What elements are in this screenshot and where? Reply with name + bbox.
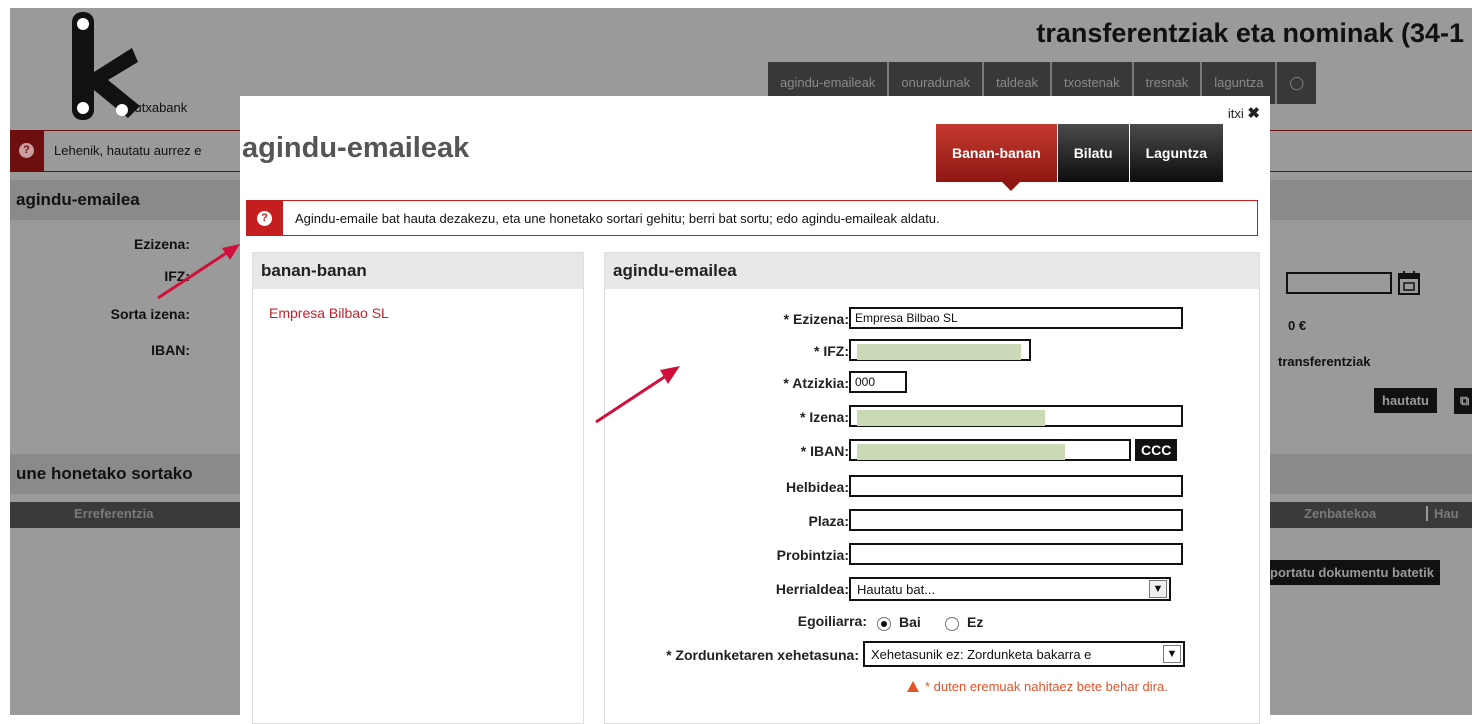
label-ezizena: * Ezizena:: [783, 311, 849, 327]
nav-more-icon[interactable]: ◯: [1277, 62, 1317, 104]
chevron-down-icon: ▼: [1149, 580, 1167, 598]
iban-input[interactable]: [849, 439, 1131, 461]
bg-import-button[interactable]: portatu dokumentu batetik: [1264, 560, 1440, 585]
helbidea-input[interactable]: [849, 475, 1183, 497]
bg-hautatu-button[interactable]: hautatu: [1374, 388, 1437, 413]
annotation-arrow-icon: [595, 366, 680, 424]
ezizena-input[interactable]: [849, 307, 1183, 329]
egoiliarra-bai-radio[interactable]: [877, 617, 891, 631]
bg-col-erreferentzia: Erreferentzia: [74, 506, 154, 521]
annotation-arrow-icon: [157, 244, 240, 300]
bg-date-input[interactable]: [1286, 272, 1392, 294]
label-atzizkia: * Atzizkia:: [783, 375, 849, 391]
bg-amount: 0 €: [1288, 318, 1307, 333]
plaza-input[interactable]: [849, 509, 1183, 531]
agindu-emaileak-modal: itxi ✖ agindu-emaileak Banan-banan Bilat…: [240, 96, 1270, 724]
bg-transfer-label: transferentziak: [1278, 354, 1371, 369]
ifz-input[interactable]: [849, 339, 1031, 361]
calendar-icon[interactable]: [1398, 270, 1420, 296]
info-banner-text: Agindu-emaile bat hauta dezakezu, eta un…: [295, 211, 940, 226]
atzizkia-input[interactable]: [849, 371, 907, 393]
egoiliarra-bai-label: Bai: [899, 614, 921, 630]
probintzia-input[interactable]: [849, 543, 1183, 565]
izena-input[interactable]: [849, 405, 1183, 427]
label-probintzia: Probintzia:: [776, 547, 849, 563]
background-notice-text: Lehenik, hautatu aurrez e: [54, 143, 202, 158]
label-ifz: * IFZ:: [814, 343, 849, 359]
logo-text: kutxabank: [128, 100, 188, 115]
label-plaza: Plaza:: [808, 513, 849, 529]
label-iban: * IBAN:: [800, 443, 849, 459]
label-helbidea: Helbidea:: [785, 479, 849, 495]
zordunketa-select[interactable]: Xehetasunik ez: Zordunketa bakarra e ▼: [863, 641, 1185, 667]
herrialdea-value: Hautatu bat...: [857, 582, 936, 597]
warning-icon: [907, 681, 919, 692]
banan-banan-panel: banan-banan Empresa Bilbao SL: [252, 252, 584, 724]
close-label: itxi: [1227, 106, 1244, 121]
list-item-empresa-bilbao[interactable]: Empresa Bilbao SL: [269, 305, 389, 321]
background-section-title: agindu-emailea: [16, 190, 140, 209]
banan-banan-title: banan-banan: [261, 261, 367, 280]
ccc-button[interactable]: CCC: [1135, 439, 1178, 461]
label-egoiliarra: Egoiliarra:: [797, 613, 867, 629]
active-tab-pointer: [1002, 182, 1020, 191]
label-izena: * Izena:: [799, 409, 849, 425]
app-title: transferentziak eta nominak (34-1: [1036, 18, 1464, 48]
bg-label-sorta-izena: Sorta izena:: [110, 306, 190, 322]
redacted-value: [857, 410, 1045, 426]
form-title: agindu-emailea: [613, 261, 737, 280]
chevron-down-icon: ▼: [1163, 645, 1181, 663]
bg-col-zenbatekoa: Zenbatekoa: [1304, 506, 1377, 521]
herrialdea-select[interactable]: Hautatu bat... ▼: [849, 577, 1171, 601]
close-icon: ✖: [1247, 105, 1260, 122]
tab-laguntza[interactable]: Laguntza: [1129, 124, 1224, 182]
question-icon: ?: [257, 211, 272, 226]
bg-col-hau: Hau: [1426, 506, 1459, 521]
bg-label-iban: IBAN:: [151, 342, 190, 358]
tab-banan-banan[interactable]: Banan-banan: [936, 124, 1058, 182]
egoiliarra-ez-radio[interactable]: [945, 617, 959, 631]
redacted-value: [857, 344, 1021, 360]
close-button[interactable]: itxi ✖: [1228, 104, 1260, 122]
required-fields-text: * duten eremuak nahitaez bete behar dira…: [925, 679, 1168, 694]
redacted-value: [857, 444, 1065, 460]
modal-title: agindu-emaileak: [242, 132, 470, 164]
bg-export-icon[interactable]: ⧉: [1454, 388, 1472, 414]
background-section2-title: une honetako sortako: [16, 464, 193, 483]
required-fields-note: * duten eremuak nahitaez bete behar dira…: [907, 679, 1168, 694]
question-icon: ?: [19, 143, 34, 158]
zordunketa-value: Xehetasunik ez: Zordunketa bakarra e: [871, 647, 1092, 662]
agindu-emailea-form-panel: agindu-emailea * Ezizena: * IFZ: * Atziz…: [604, 252, 1260, 724]
label-zordunketa: * Zordunketaren xehetasuna:: [666, 647, 859, 663]
info-banner: ? Agindu-emaile bat hauta dezakezu, eta …: [246, 200, 1258, 236]
modal-tabs: Banan-banan Bilatu Laguntza: [936, 124, 1224, 182]
tab-bilatu[interactable]: Bilatu: [1057, 124, 1130, 182]
label-herrialdea: Herrialdea:: [775, 581, 849, 597]
egoiliarra-ez-label: Ez: [967, 614, 984, 630]
